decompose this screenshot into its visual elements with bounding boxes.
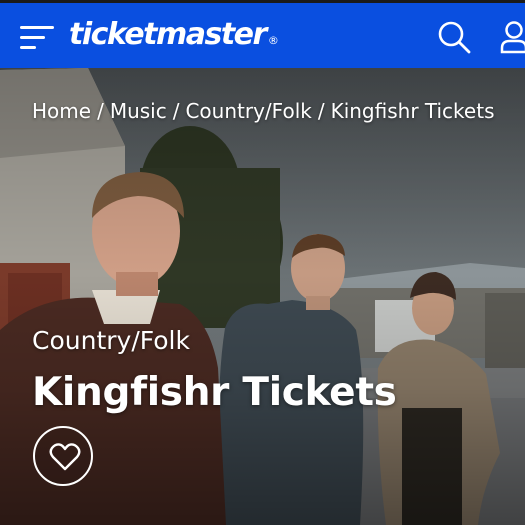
breadcrumb: Home / Music / Country/Folk / Kingfishr Ticket… <box>32 98 494 124</box>
user-icon[interactable] <box>500 20 525 54</box>
ticketmaster-logo[interactable]: ticketmaster ® <box>69 16 279 54</box>
breadcrumb-country-folk[interactable]: Country/Folk <box>185 99 311 123</box>
breadcrumb-separator: / <box>317 99 325 123</box>
breadcrumb-home[interactable]: Home <box>32 99 91 123</box>
logo-text: ticketmaster <box>69 17 267 52</box>
genre-label[interactable]: Country/Folk <box>32 325 190 357</box>
top-header: ticketmaster ® <box>0 3 525 68</box>
menu-icon[interactable] <box>20 24 56 50</box>
hero-section: Home / Music / Country/Folk / Kingfishr Ticket… <box>0 68 525 525</box>
breadcrumb-current[interactable]: Kingfishr Tickets <box>331 99 495 123</box>
registered-mark: ® <box>267 34 279 47</box>
breadcrumb-separator: / <box>97 99 104 123</box>
breadcrumb-separator: / <box>172 99 180 123</box>
heart-icon <box>49 443 81 471</box>
favorite-button[interactable] <box>33 426 93 486</box>
breadcrumb-music[interactable]: Music <box>110 99 167 123</box>
page-title: Kingfishr Tickets <box>32 370 397 415</box>
search-icon[interactable] <box>437 20 471 54</box>
